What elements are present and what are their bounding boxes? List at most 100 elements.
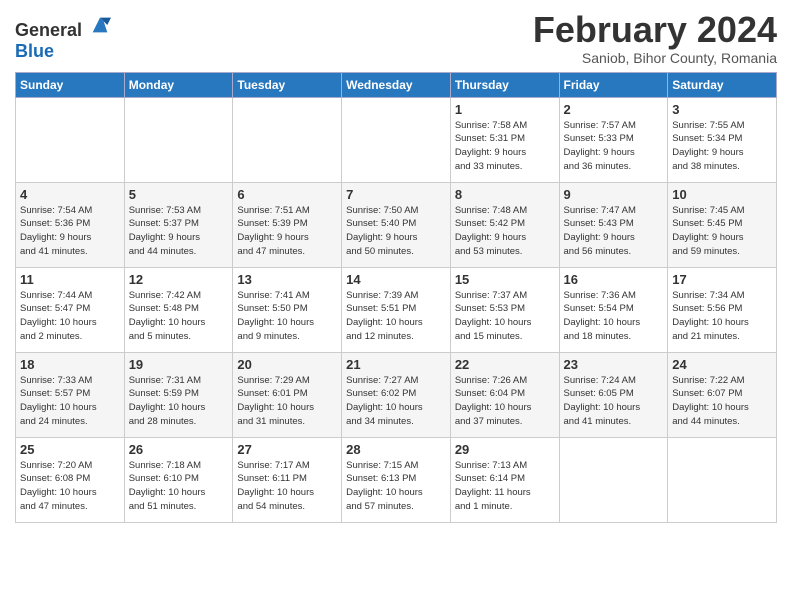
day-info: Sunrise: 7:41 AM Sunset: 5:50 PM Dayligh…	[237, 289, 337, 344]
calendar-cell: 1Sunrise: 7:58 AM Sunset: 5:31 PM Daylig…	[450, 97, 559, 182]
day-info: Sunrise: 7:48 AM Sunset: 5:42 PM Dayligh…	[455, 204, 555, 259]
day-number: 28	[346, 442, 446, 457]
day-info: Sunrise: 7:31 AM Sunset: 5:59 PM Dayligh…	[129, 374, 229, 429]
day-number: 2	[564, 102, 664, 117]
day-info: Sunrise: 7:34 AM Sunset: 5:56 PM Dayligh…	[672, 289, 772, 344]
logo-blue: Blue	[15, 41, 54, 61]
calendar-cell: 9 Sunrise: 7:47 AM Sunset: 5:43 PM Daylig…	[559, 182, 668, 267]
calendar-cell: 25Sunrise: 7:20 AM Sunset: 6:08 PM Dayli…	[16, 437, 125, 522]
calendar-cell: 5 Sunrise: 7:53 AM Sunset: 5:37 PM Daylig…	[124, 182, 233, 267]
header-row: SundayMondayTuesdayWednesdayThursdayFrid…	[16, 72, 777, 97]
calendar-cell: 12 Sunrise: 7:42 AM Sunset: 5:48 PM Dayli…	[124, 267, 233, 352]
day-number: 24	[672, 357, 772, 372]
header-friday: Friday	[559, 72, 668, 97]
week-row-4: 18 Sunrise: 7:33 AM Sunset: 5:57 PM Dayli…	[16, 352, 777, 437]
day-number: 22	[455, 357, 555, 372]
day-info: Sunrise: 7:26 AM Sunset: 6:04 PM Dayligh…	[455, 374, 555, 429]
calendar-cell: 26 Sunrise: 7:18 AM Sunset: 6:10 PM Dayli…	[124, 437, 233, 522]
calendar-cell: 27Sunrise: 7:17 AM Sunset: 6:11 PM Dayli…	[233, 437, 342, 522]
day-number: 25	[20, 442, 120, 457]
day-number: 26	[129, 442, 229, 457]
day-info: Sunrise: 7:54 AM Sunset: 5:36 PM Dayligh…	[20, 204, 120, 259]
calendar-cell: 20 Sunrise: 7:29 AM Sunset: 6:01 PM Dayli…	[233, 352, 342, 437]
calendar-header: SundayMondayTuesdayWednesdayThursdayFrid…	[16, 72, 777, 97]
day-info: Sunrise: 7:57 AM Sunset: 5:33 PM Dayligh…	[564, 119, 664, 174]
header-tuesday: Tuesday	[233, 72, 342, 97]
calendar-cell: 3Sunrise: 7:55 AM Sunset: 5:34 PM Daylig…	[668, 97, 777, 182]
day-number: 9	[564, 187, 664, 202]
day-number: 10	[672, 187, 772, 202]
day-info: Sunrise: 7:37 AM Sunset: 5:53 PM Dayligh…	[455, 289, 555, 344]
header-wednesday: Wednesday	[342, 72, 451, 97]
day-info: Sunrise: 7:50 AM Sunset: 5:40 PM Dayligh…	[346, 204, 446, 259]
day-info: Sunrise: 7:27 AM Sunset: 6:02 PM Dayligh…	[346, 374, 446, 429]
calendar-cell: 17Sunrise: 7:34 AM Sunset: 5:56 PM Dayli…	[668, 267, 777, 352]
day-info: Sunrise: 7:42 AM Sunset: 5:48 PM Dayligh…	[129, 289, 229, 344]
day-number: 4	[20, 187, 120, 202]
calendar-cell: 22 Sunrise: 7:26 AM Sunset: 6:04 PM Dayli…	[450, 352, 559, 437]
logo-text: General Blue	[15, 14, 111, 62]
day-info: Sunrise: 7:29 AM Sunset: 6:01 PM Dayligh…	[237, 374, 337, 429]
subtitle: Saniob, Bihor County, Romania	[533, 50, 777, 66]
day-info: Sunrise: 7:44 AM Sunset: 5:47 PM Dayligh…	[20, 289, 120, 344]
day-number: 23	[564, 357, 664, 372]
day-info: Sunrise: 7:47 AM Sunset: 5:43 PM Dayligh…	[564, 204, 664, 259]
header-sunday: Sunday	[16, 72, 125, 97]
day-number: 12	[129, 272, 229, 287]
calendar-table: SundayMondayTuesdayWednesdayThursdayFrid…	[15, 72, 777, 523]
day-number: 13	[237, 272, 337, 287]
day-number: 21	[346, 357, 446, 372]
week-row-5: 25Sunrise: 7:20 AM Sunset: 6:08 PM Dayli…	[16, 437, 777, 522]
day-info: Sunrise: 7:18 AM Sunset: 6:10 PM Dayligh…	[129, 459, 229, 514]
day-info: Sunrise: 7:33 AM Sunset: 5:57 PM Dayligh…	[20, 374, 120, 429]
calendar-cell: 19Sunrise: 7:31 AM Sunset: 5:59 PM Dayli…	[124, 352, 233, 437]
calendar-cell: 23Sunrise: 7:24 AM Sunset: 6:05 PM Dayli…	[559, 352, 668, 437]
logo: General Blue	[15, 14, 111, 62]
day-number: 18	[20, 357, 120, 372]
calendar-cell: 14 Sunrise: 7:39 AM Sunset: 5:51 PM Dayli…	[342, 267, 451, 352]
page-header: General Blue February 2024 Saniob, Bihor…	[15, 10, 777, 66]
calendar-cell	[233, 97, 342, 182]
day-number: 29	[455, 442, 555, 457]
calendar-cell: 7 Sunrise: 7:50 AM Sunset: 5:40 PM Daylig…	[342, 182, 451, 267]
day-info: Sunrise: 7:53 AM Sunset: 5:37 PM Dayligh…	[129, 204, 229, 259]
calendar-body: 1Sunrise: 7:58 AM Sunset: 5:31 PM Daylig…	[16, 97, 777, 522]
day-info: Sunrise: 7:58 AM Sunset: 5:31 PM Dayligh…	[455, 119, 555, 174]
calendar-cell	[124, 97, 233, 182]
calendar-cell: 13 Sunrise: 7:41 AM Sunset: 5:50 PM Dayli…	[233, 267, 342, 352]
calendar-cell	[342, 97, 451, 182]
calendar-cell: 16Sunrise: 7:36 AM Sunset: 5:54 PM Dayli…	[559, 267, 668, 352]
logo-general: General	[15, 20, 82, 40]
header-monday: Monday	[124, 72, 233, 97]
calendar-cell: 24 Sunrise: 7:22 AM Sunset: 6:07 PM Dayli…	[668, 352, 777, 437]
day-number: 7	[346, 187, 446, 202]
day-number: 27	[237, 442, 337, 457]
calendar-cell: 15Sunrise: 7:37 AM Sunset: 5:53 PM Dayli…	[450, 267, 559, 352]
day-info: Sunrise: 7:51 AM Sunset: 5:39 PM Dayligh…	[237, 204, 337, 259]
calendar-cell: 11 Sunrise: 7:44 AM Sunset: 5:47 PM Dayli…	[16, 267, 125, 352]
week-row-2: 4 Sunrise: 7:54 AM Sunset: 5:36 PM Daylig…	[16, 182, 777, 267]
header-saturday: Saturday	[668, 72, 777, 97]
day-number: 5	[129, 187, 229, 202]
calendar-cell: 6Sunrise: 7:51 AM Sunset: 5:39 PM Daylig…	[233, 182, 342, 267]
day-number: 3	[672, 102, 772, 117]
main-title: February 2024	[533, 10, 777, 50]
calendar-cell: 28 Sunrise: 7:15 AM Sunset: 6:13 PM Dayli…	[342, 437, 451, 522]
day-info: Sunrise: 7:39 AM Sunset: 5:51 PM Dayligh…	[346, 289, 446, 344]
day-number: 11	[20, 272, 120, 287]
week-row-3: 11 Sunrise: 7:44 AM Sunset: 5:47 PM Dayli…	[16, 267, 777, 352]
header-thursday: Thursday	[450, 72, 559, 97]
calendar-cell: 10Sunrise: 7:45 AM Sunset: 5:45 PM Dayli…	[668, 182, 777, 267]
calendar-cell	[559, 437, 668, 522]
calendar-cell	[668, 437, 777, 522]
day-number: 20	[237, 357, 337, 372]
day-info: Sunrise: 7:13 AM Sunset: 6:14 PM Dayligh…	[455, 459, 555, 514]
day-number: 14	[346, 272, 446, 287]
day-info: Sunrise: 7:22 AM Sunset: 6:07 PM Dayligh…	[672, 374, 772, 429]
title-block: February 2024 Saniob, Bihor County, Roma…	[533, 10, 777, 66]
calendar-cell: 29 Sunrise: 7:13 AM Sunset: 6:14 PM Dayli…	[450, 437, 559, 522]
week-row-1: 1Sunrise: 7:58 AM Sunset: 5:31 PM Daylig…	[16, 97, 777, 182]
calendar-cell: 8 Sunrise: 7:48 AM Sunset: 5:42 PM Daylig…	[450, 182, 559, 267]
day-number: 8	[455, 187, 555, 202]
day-info: Sunrise: 7:15 AM Sunset: 6:13 PM Dayligh…	[346, 459, 446, 514]
